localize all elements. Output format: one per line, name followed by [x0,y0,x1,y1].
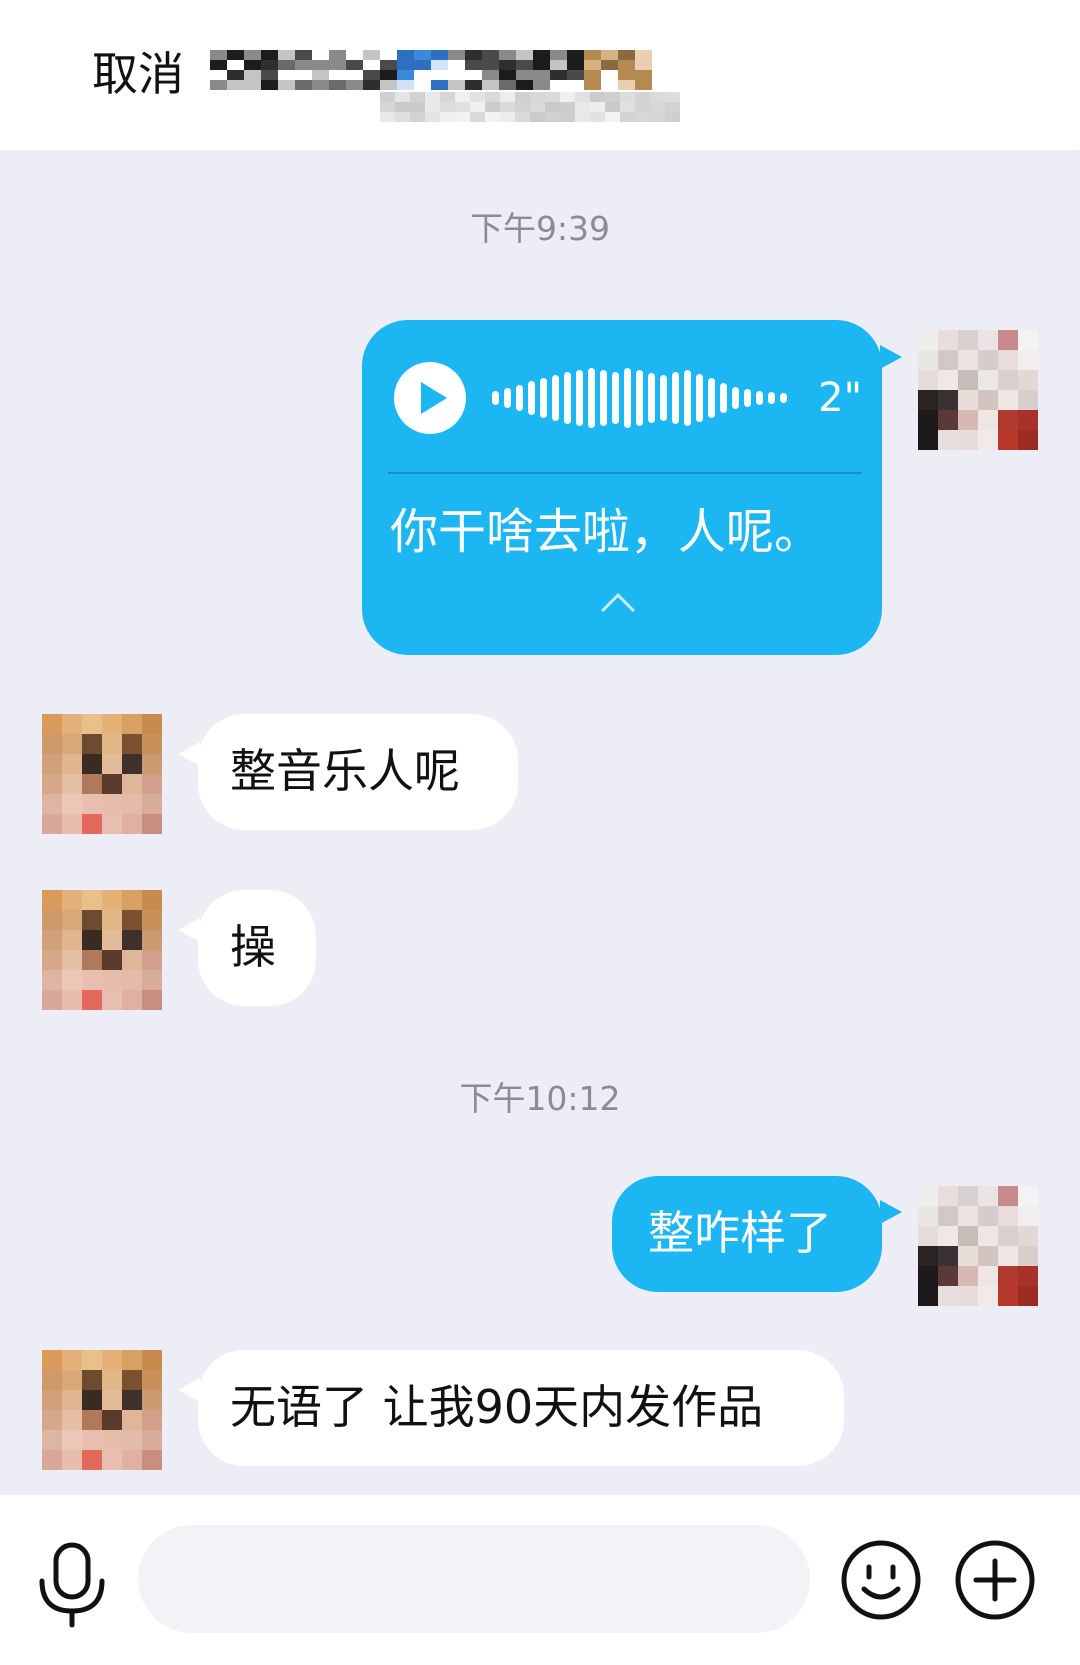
voice-duration: 2" [818,375,862,421]
bubble-tail [880,1200,902,1224]
bubble-tail [178,1378,200,1402]
message-text: 整咋样了 [648,1206,832,1260]
message-input[interactable] [138,1525,810,1633]
message-bubble[interactable]: 整音乐人呢 [198,714,518,830]
redacted-contact-name [210,38,660,98]
cancel-button[interactable]: 取消 [92,44,184,104]
voice-message-bubble[interactable]: 2" 你干啥去啦，人呢。 [362,320,882,655]
voice-transcript: 你干啥去啦，人呢。 [390,504,823,560]
emoji-icon[interactable] [840,1539,922,1621]
avatar-contact[interactable] [42,890,162,1010]
message-text: 整音乐人呢 [230,744,460,798]
message-text: 操 [230,920,276,974]
bubble-tail [178,742,200,766]
bubble-tail [880,345,902,369]
divider [388,472,862,474]
avatar-self[interactable] [918,1186,1038,1306]
bubble-tail [178,918,200,942]
chat-header: 取消 [0,0,1080,150]
avatar-contact[interactable] [42,714,162,834]
avatar-self[interactable] [918,330,1038,450]
redacted-contact-subtitle [380,92,700,128]
message-bubble[interactable]: 整咋样了 [612,1176,882,1292]
message-text: 无语了 让我90天内发作品 [230,1380,764,1434]
waveform-icon [492,368,792,428]
plus-icon[interactable] [954,1539,1036,1621]
message-bubble[interactable]: 操 [198,890,316,1006]
chevron-up-icon[interactable] [601,593,635,627]
input-bar [0,1495,1080,1665]
message-list[interactable]: 下午9:39 2" 你干啥去啦，人呢。 整音乐人呢 操 下午10:12 整咋样了… [0,150,1080,1495]
play-icon[interactable] [394,362,466,434]
message-bubble[interactable]: 无语了 让我90天内发作品 [198,1350,844,1466]
microphone-icon[interactable] [32,1539,112,1629]
timestamp: 下午9:39 [469,209,611,248]
avatar-contact[interactable] [42,1350,162,1470]
timestamp: 下午10:12 [459,1079,621,1118]
